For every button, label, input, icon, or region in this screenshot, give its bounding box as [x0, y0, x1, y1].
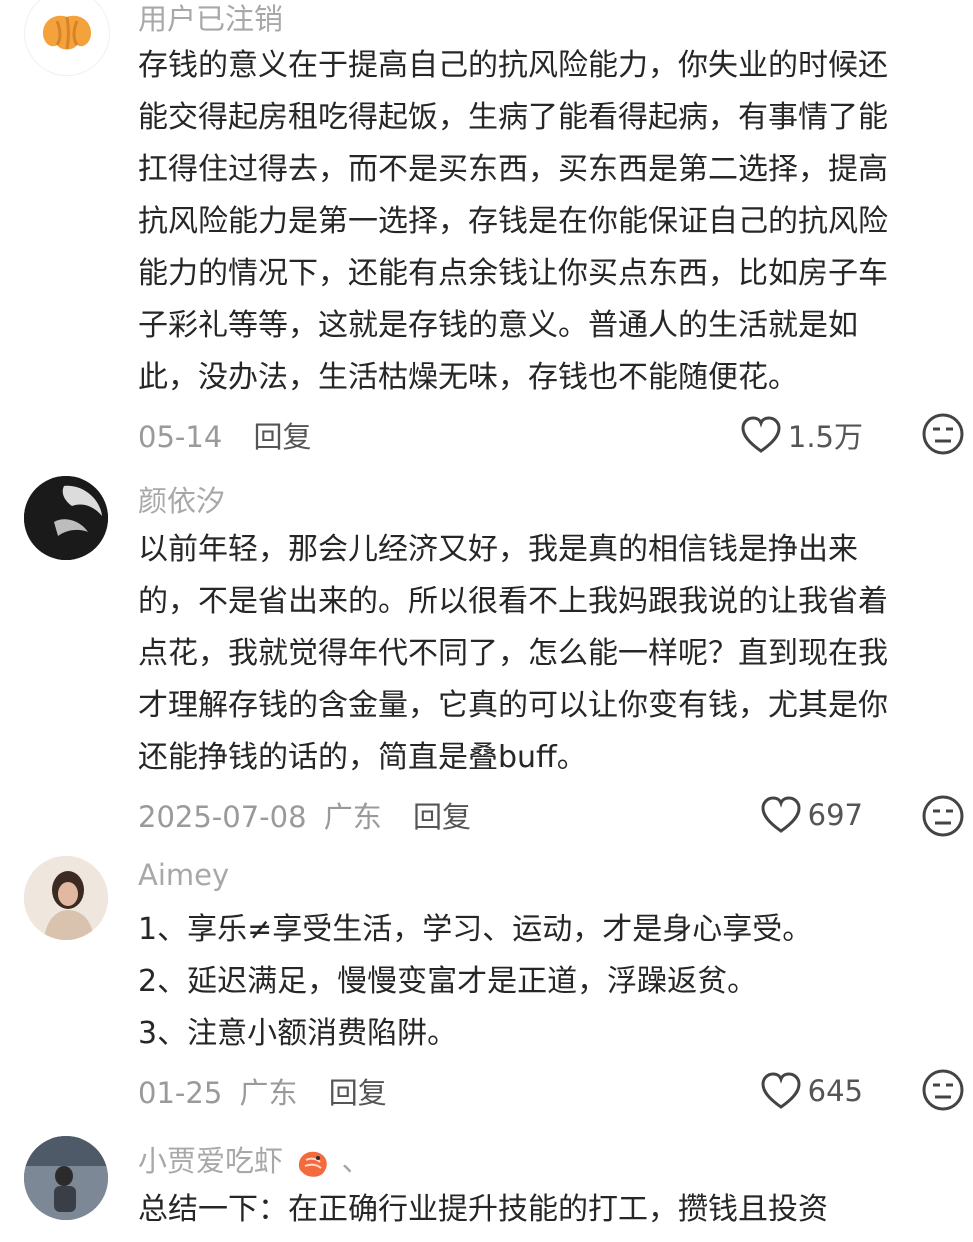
- croissant-icon: [43, 15, 91, 50]
- comment-location: 广东: [323, 800, 382, 834]
- comment-line: 还能挣钱的话的，简直是叠buff。: [138, 740, 587, 775]
- username[interactable]: 用户已注销: [138, 0, 283, 38]
- comment-line: 1、享乐≠享受生活，学习、运动，才是身心享受。: [138, 912, 813, 947]
- comment-meta: 01-25 广东 回复: [138, 1070, 387, 1112]
- comment-meta: 05-14 回复: [138, 414, 312, 456]
- portrait-avatar: [24, 856, 108, 940]
- comment-location: 广东: [239, 1076, 298, 1110]
- reply-button[interactable]: 回复: [413, 800, 471, 834]
- neutral-face-icon: [922, 1069, 964, 1111]
- like-count: 697: [807, 798, 863, 832]
- dislike-button[interactable]: [921, 794, 965, 842]
- username-suffix: 、: [341, 1144, 371, 1178]
- comment-line: 能交得起房租吃得起饭，生病了能看得起病，有事情了能: [138, 100, 888, 135]
- dislike-button[interactable]: [921, 1068, 965, 1116]
- comment-date: 05-14: [138, 420, 223, 454]
- comment-line: 抗风险能力是第一选择，存钱是在你能保证自己的抗风险: [138, 204, 888, 239]
- comment-line: 此，没办法，生活枯燥无味，存钱也不能随便花。: [138, 360, 798, 395]
- username[interactable]: Aimey: [138, 858, 229, 892]
- like-button[interactable]: 697: [760, 796, 863, 834]
- comment-line: 才理解存钱的含金量，它真的可以让你变有钱，尤其是你: [138, 688, 888, 723]
- comment-line: 能力的情况下，还能有点余钱让你买点东西，比如房子车: [138, 256, 888, 291]
- shrimp-emoji-icon: [299, 1151, 328, 1177]
- like-button[interactable]: 645: [760, 1072, 863, 1110]
- comment-date: 01-25: [138, 1076, 223, 1110]
- heart-icon: [741, 416, 781, 453]
- reply-button[interactable]: 回复: [329, 1076, 387, 1110]
- heart-icon: [761, 796, 801, 833]
- comment-meta: 2025-07-08 广东 回复: [138, 794, 471, 836]
- username[interactable]: 小贾爱吃虾 、: [138, 1138, 370, 1180]
- reply-button[interactable]: 回复: [254, 420, 312, 454]
- avatar[interactable]: [24, 476, 108, 560]
- comment-line: 2、延迟满足，慢慢变富才是正道，浮躁返贫。: [138, 964, 758, 999]
- neutral-face-icon: [922, 413, 964, 455]
- comment-text: 1、享乐≠享受生活，学习、运动，才是身心享受。 2、延迟满足，慢慢变富才是正道，…: [138, 904, 966, 1060]
- comment-line: 的，不是省出来的。所以很看不上我妈跟我说的让我省着: [138, 584, 888, 619]
- comment-line: 子彩礼等等，这就是存钱的意义。普通人的生活就是如: [138, 308, 858, 343]
- comment-text: 以前年轻，那会儿经济又好，我是真的相信钱是挣出来 的，不是省出来的。所以很看不上…: [138, 524, 966, 784]
- comment-line: 总结一下：在正确行业提升技能的打工，攒钱且投资: [138, 1192, 828, 1227]
- like-count: 1.5万: [787, 420, 863, 454]
- comment-date: 2025-07-08: [138, 800, 307, 834]
- comment-text: 存钱的意义在于提高自己的抗风险能力，你失业的时候还 能交得起房租吃得起饭，生病了…: [138, 40, 966, 404]
- comment-line: 3、注意小额消费陷阱。: [138, 1016, 458, 1051]
- avatar[interactable]: [24, 1136, 108, 1220]
- comment-line: 存钱的意义在于提高自己的抗风险能力，你失业的时候还: [138, 48, 888, 83]
- username[interactable]: 颜依汐: [138, 478, 225, 520]
- comment-line: 以前年轻，那会儿经济又好，我是真的相信钱是挣出来: [138, 532, 858, 567]
- dislike-button[interactable]: [921, 412, 965, 460]
- avatar[interactable]: [24, 0, 110, 76]
- like-count: 645: [807, 1074, 863, 1108]
- dark-photo-avatar: [24, 476, 108, 560]
- avatar[interactable]: [24, 856, 108, 940]
- like-button[interactable]: 1.5万: [740, 414, 863, 456]
- username-text: 小贾爱吃虾: [138, 1144, 284, 1178]
- comment-text: 总结一下：在正确行业提升技能的打工，攒钱且投资: [138, 1184, 966, 1236]
- photo-avatar: [24, 1136, 108, 1220]
- heart-icon: [761, 1072, 801, 1109]
- neutral-face-icon: [922, 795, 964, 837]
- comment-line: 点花，我就觉得年代不同了，怎么能一样呢？直到现在我: [138, 636, 888, 671]
- comment-line: 扛得住过得去，而不是买东西，买东西是第二选择，提高: [138, 152, 888, 187]
